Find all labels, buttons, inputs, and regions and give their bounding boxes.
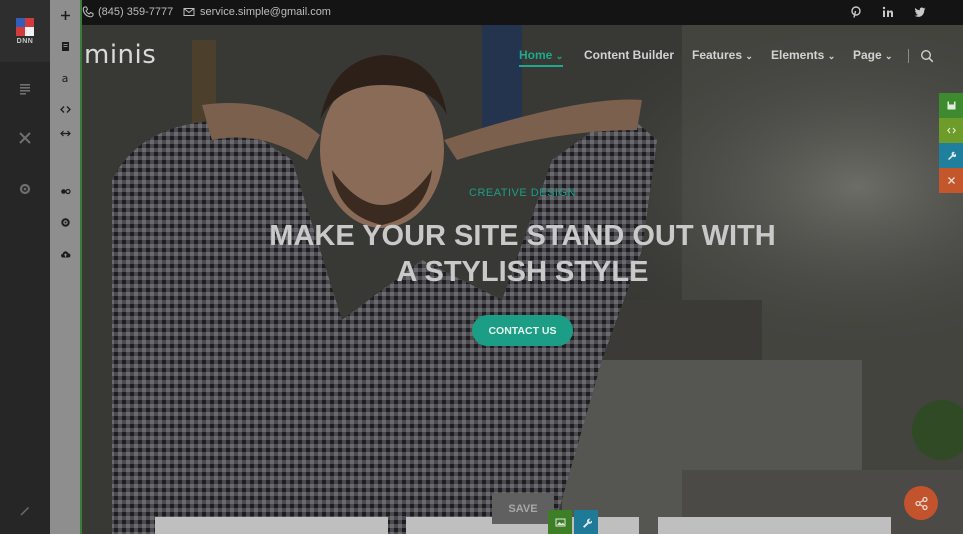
gear-icon[interactable] <box>50 212 80 232</box>
twitter-icon[interactable] <box>913 5 927 19</box>
linkedin-icon[interactable] <box>881 5 895 19</box>
share-icon <box>914 496 928 510</box>
nav-item-label: Content Builder <box>584 48 674 62</box>
swap-icon[interactable] <box>50 123 80 143</box>
chevron-down-icon: ⌄ <box>745 51 753 61</box>
hero-headline-line-2: A STYLISH STYLE <box>396 256 649 288</box>
email-address[interactable]: service.simple@gmail.com <box>200 6 331 18</box>
email-icon <box>183 6 195 21</box>
dnn-logo-mark <box>16 17 34 36</box>
nav-item-label: Page <box>853 48 882 62</box>
cloud-upload-icon[interactable] <box>50 244 80 264</box>
top-contact-bar: (845) 359-7777 service.simple@gmail.com <box>82 0 963 25</box>
share-button[interactable] <box>904 486 938 520</box>
pinterest-icon[interactable] <box>849 5 863 19</box>
social-links <box>849 5 927 19</box>
hero-headline: MAKE YOUR SITE STAND OUT WITH A STYLISH … <box>82 218 963 290</box>
plus-icon[interactable] <box>50 5 80 25</box>
image-icon[interactable] <box>548 510 572 534</box>
chevron-down-icon: ⌄ <box>827 51 836 61</box>
persona-bar: DNN <box>0 0 50 534</box>
save-button[interactable]: SAVE <box>492 493 554 524</box>
nav-item-label: Elements <box>771 48 825 62</box>
contact-us-button[interactable]: CONTACT US <box>472 315 573 346</box>
nav-item-elements[interactable]: Elements ⌄ <box>771 48 835 62</box>
settings-icon[interactable] <box>0 177 50 201</box>
wrench-icon[interactable] <box>939 143 963 168</box>
hero-section: (845) 359-7777 service.simple@gmail.com … <box>82 0 963 534</box>
content-icon[interactable] <box>0 77 50 101</box>
nav-item-content-builder[interactable]: Content Builder <box>584 48 674 62</box>
text-icon[interactable]: a <box>50 68 80 88</box>
dnn-logo[interactable]: DNN <box>0 0 50 62</box>
nav-divider <box>908 49 909 63</box>
module-action-bar <box>939 93 963 193</box>
feature-card <box>155 517 388 534</box>
wrench-icon[interactable] <box>574 510 598 534</box>
editor-tool-strip: a <box>50 0 82 534</box>
nav-item-label: Home <box>519 48 553 62</box>
code-icon[interactable] <box>50 99 80 119</box>
chevron-down-icon: ⌄ <box>555 51 564 61</box>
save-icon[interactable] <box>939 93 963 118</box>
nav-item-home[interactable]: Home ⌄ <box>519 48 564 67</box>
edit-pencil-icon[interactable] <box>0 498 50 522</box>
main-nav: Home ⌄ Content Builder Features ⌄ Elemen… <box>82 48 963 67</box>
users-settings-icon[interactable] <box>50 181 80 201</box>
page-icon[interactable] <box>50 36 80 56</box>
hero-kicker: CREATIVE DESIGN <box>469 187 576 199</box>
phone-icon <box>82 6 94 21</box>
search-icon[interactable] <box>920 49 934 63</box>
dnn-logo-label: DNN <box>16 37 34 45</box>
close-icon[interactable] <box>939 168 963 193</box>
chevron-down-icon: ⌄ <box>885 51 893 61</box>
phone-number[interactable]: (845) 359-7777 <box>98 6 173 18</box>
nav-item-label: Features <box>692 48 743 62</box>
nav-item-features[interactable]: Features ⌄ <box>692 48 753 62</box>
tools-icon[interactable] <box>0 126 50 150</box>
hero-headline-line-1: MAKE YOUR SITE STAND OUT WITH <box>269 220 776 252</box>
code-icon[interactable] <box>939 118 963 143</box>
nav-item-page[interactable]: Page ⌄ <box>853 48 893 62</box>
feature-card <box>658 517 891 534</box>
